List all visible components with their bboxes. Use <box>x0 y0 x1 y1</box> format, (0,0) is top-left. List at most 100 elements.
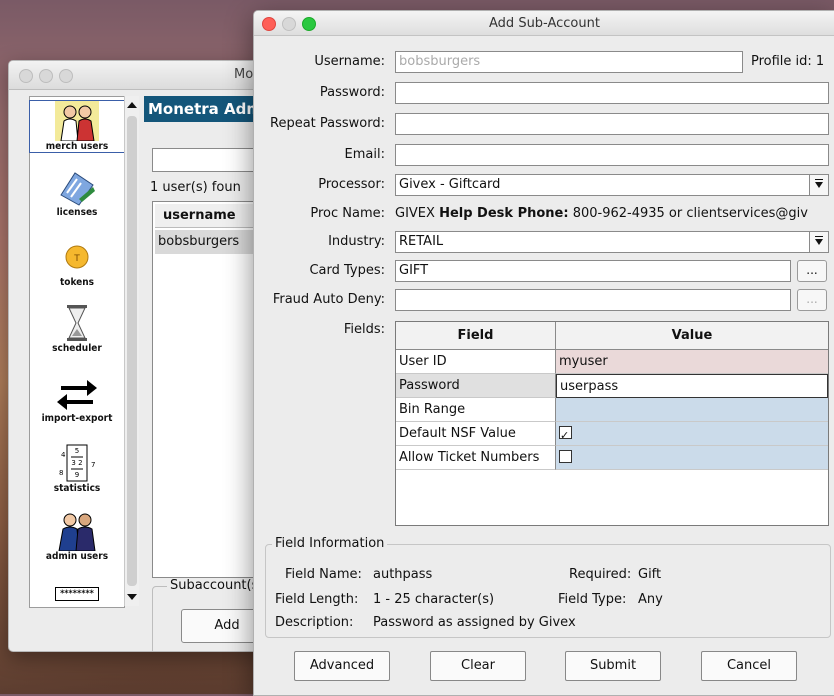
repeat-password-label: Repeat Password: <box>270 116 385 131</box>
tool-password[interactable]: ******** <box>30 585 124 601</box>
tool-panel: merch users licenses T tokens scheduler … <box>29 96 125 608</box>
svg-text:3 2: 3 2 <box>71 459 82 467</box>
dialog-titlebar: Add Sub-Account <box>254 11 834 36</box>
field-length-value: 1 - 25 character(s) <box>373 592 495 607</box>
field-cell: User ID <box>396 350 556 374</box>
proc-name-value: GIVEX Help Desk Phone: 800-962-4935 or c… <box>395 206 808 221</box>
arrows-icon <box>57 380 97 410</box>
field-name-value: authpass <box>373 567 433 582</box>
svg-text:9: 9 <box>75 471 79 479</box>
email-field[interactable] <box>395 144 829 166</box>
scroll-up-arrow-icon[interactable] <box>127 102 137 108</box>
tool-admin-users[interactable]: admin users <box>30 511 124 562</box>
industry-value: RETAIL <box>399 234 444 249</box>
email-label: Email: <box>344 147 385 162</box>
table-row[interactable]: Allow Ticket Numbers <box>396 446 828 470</box>
table-row[interactable]: Bin Range <box>396 398 828 422</box>
fields-label: Fields: <box>343 322 385 337</box>
card-types-label: Card Types: <box>309 263 385 278</box>
tool-label: statistics <box>53 483 101 494</box>
processor-value: Givex - Giftcard <box>399 177 501 192</box>
password-field[interactable] <box>395 82 829 104</box>
scroll-down-arrow-icon[interactable] <box>127 594 137 600</box>
proc-name-label: Proc Name: <box>310 206 385 221</box>
tool-import-export[interactable]: import-export <box>30 373 124 424</box>
value-cell[interactable] <box>556 398 828 422</box>
value-cell[interactable] <box>556 446 828 470</box>
statistics-icon: 5 3 2 9 4 7 8 <box>59 444 95 482</box>
repeat-password-field[interactable] <box>395 113 829 135</box>
allow-ticket-numbers-checkbox[interactable] <box>559 450 572 463</box>
svg-text:8: 8 <box>59 469 63 477</box>
field-type-value: Any <box>638 592 663 607</box>
close-button[interactable] <box>19 69 33 83</box>
required-value: Gift <box>638 567 662 582</box>
table-row[interactable]: Default NSF Value <box>396 422 828 447</box>
admin-users-icon <box>58 513 96 551</box>
column-header-field[interactable]: Field <box>396 322 556 350</box>
help-desk-label: Help Desk Phone: <box>439 206 569 221</box>
tool-label: scheduler <box>52 343 102 354</box>
value-edit-field[interactable]: userpass <box>556 374 828 398</box>
field-cell: Default NSF Value <box>396 422 556 446</box>
fields-table: Field Value User ID myuser Password user… <box>395 321 829 526</box>
hourglass-icon <box>67 305 87 341</box>
chevron-down-icon <box>815 179 823 188</box>
tokens-icon: T <box>65 245 89 269</box>
fraud-auto-deny-browse-button: ... <box>797 289 827 311</box>
required-label: Required: <box>569 567 632 582</box>
table-row[interactable]: Password userpass <box>396 374 828 398</box>
chevron-down-icon <box>815 236 823 245</box>
industry-dropdown-button[interactable] <box>809 232 828 252</box>
proc-name-text: GIVEX <box>395 206 435 221</box>
field-cell: Bin Range <box>396 398 556 422</box>
scroll-thumb[interactable] <box>127 116 137 586</box>
svg-text:4: 4 <box>61 451 66 459</box>
field-type-label: Field Type: <box>558 592 627 607</box>
tool-panel-scrollbar[interactable] <box>124 96 139 606</box>
card-types-browse-button[interactable]: ... <box>797 260 827 282</box>
column-header-value[interactable]: Value <box>556 322 828 350</box>
password-label: Password: <box>319 85 385 100</box>
username-label: Username: <box>314 54 385 69</box>
processor-label: Processor: <box>318 177 385 192</box>
field-cell: Allow Ticket Numbers <box>396 446 556 470</box>
zoom-button[interactable] <box>59 69 73 83</box>
default-nsf-checkbox[interactable] <box>559 424 572 447</box>
description-label: Description: <box>275 615 354 630</box>
tool-statistics[interactable]: 5 3 2 9 4 7 8 statistics <box>30 443 124 494</box>
tool-licenses[interactable]: licenses <box>30 167 124 218</box>
tool-label: licenses <box>56 207 98 218</box>
profile-id: Profile id: 1 <box>751 54 825 69</box>
field-cell: Password <box>396 374 556 398</box>
field-length-label: Field Length: <box>275 592 359 607</box>
fraud-auto-deny-field[interactable] <box>395 289 791 311</box>
field-name-label: Field Name: <box>285 567 362 582</box>
fraud-auto-deny-label: Fraud Auto Deny: <box>272 292 385 307</box>
value-cell[interactable]: myuser <box>556 350 828 374</box>
svg-text:T: T <box>73 254 80 264</box>
industry-select[interactable]: RETAIL <box>395 231 829 253</box>
description-value: Password as assigned by Givex <box>373 615 576 630</box>
dialog-title: Add Sub-Account <box>489 16 600 31</box>
tool-tokens[interactable]: T tokens <box>30 237 124 288</box>
value-cell[interactable] <box>556 422 828 447</box>
processor-dropdown-button[interactable] <box>809 175 828 195</box>
back-window-title: Mo <box>234 67 254 82</box>
username-field[interactable]: bobsburgers <box>395 51 743 73</box>
tool-merch-users[interactable]: merch users <box>29 100 125 153</box>
minimize-button[interactable] <box>39 69 53 83</box>
tool-label: tokens <box>59 277 95 288</box>
clear-button[interactable]: Clear <box>430 651 526 681</box>
card-types-field[interactable]: GIFT <box>395 260 791 282</box>
table-row[interactable]: User ID myuser <box>396 350 828 374</box>
field-information-title: Field Information <box>272 536 388 551</box>
tool-scheduler[interactable]: scheduler <box>30 303 124 354</box>
submit-button[interactable]: Submit <box>565 651 661 681</box>
subaccount-group-label: Subaccount(s <box>167 578 262 593</box>
advanced-button[interactable]: Advanced <box>294 651 390 681</box>
tool-label: admin users <box>45 551 109 562</box>
cancel-button[interactable]: Cancel <box>701 651 797 681</box>
industry-label: Industry: <box>328 234 385 249</box>
processor-select[interactable]: Givex - Giftcard <box>395 174 829 196</box>
